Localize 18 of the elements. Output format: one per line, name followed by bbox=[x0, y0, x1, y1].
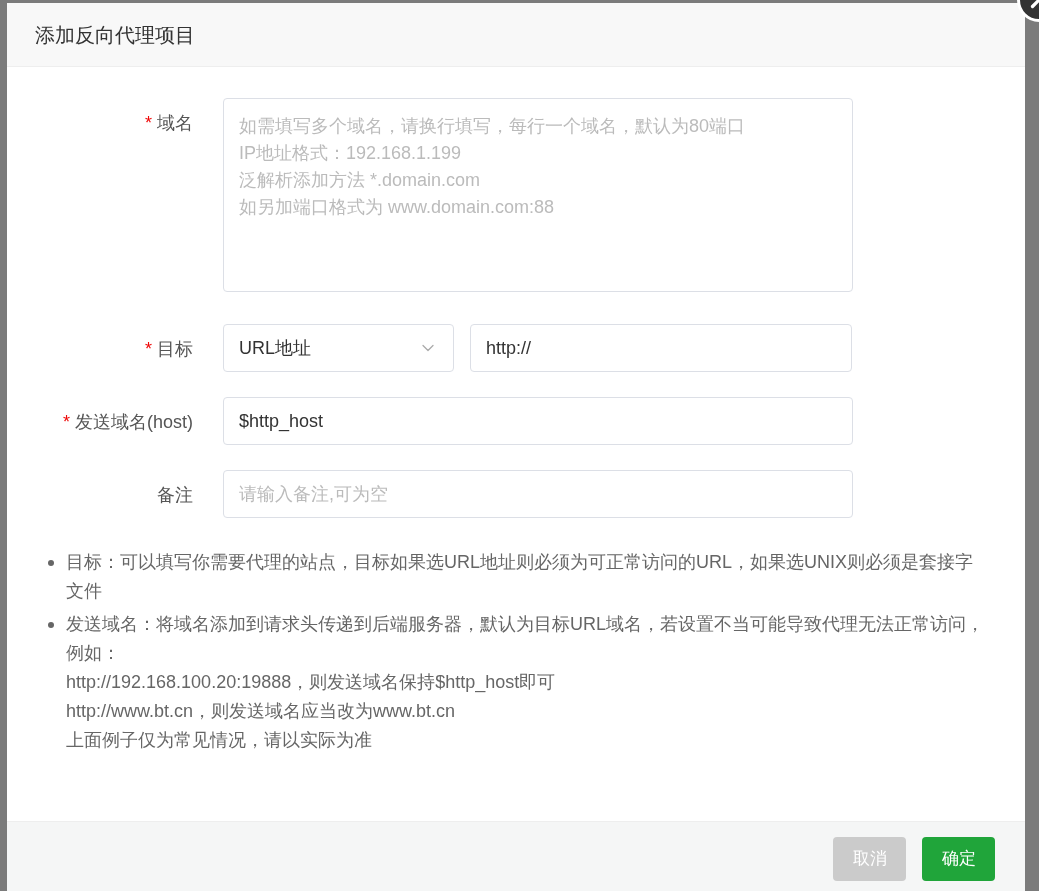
field-label: 域名 bbox=[157, 112, 193, 134]
field-label: 备注 bbox=[157, 484, 193, 506]
hint-text: 上面例子仅为常见情况，请以实际为准 bbox=[66, 729, 373, 752]
hint-text: http://192.168.100.20:19888，则发送域名保持$http_host即可 bbox=[66, 671, 557, 695]
required-marker: * bbox=[62, 411, 70, 433]
required-marker: * bbox=[145, 338, 152, 360]
field-label: 发送域名(host) bbox=[75, 411, 193, 433]
hint-text: 目标：可以填写你需要代理的站点，目标如果选URL地址则必须为可正常访问的URL，如果选UNIX则必须是套接字文件 bbox=[66, 551, 975, 603]
text-input[interactable]: 请输入备注,可为空 bbox=[223, 470, 853, 518]
hint-text: http://www.bt.cn，则发送域名应当改为www.bt.cn bbox=[66, 700, 457, 723]
bullet-icon bbox=[48, 622, 54, 628]
target-type-select[interactable]: URL地址 bbox=[223, 324, 454, 372]
required-marker: * bbox=[145, 112, 152, 134]
field-label: 目标 bbox=[157, 338, 193, 360]
text-input[interactable]: $http_host bbox=[223, 397, 853, 445]
dialog-title: 添加反向代理项目 bbox=[35, 22, 195, 48]
bullet-icon bbox=[48, 560, 54, 566]
target-url-input[interactable]: http:// bbox=[470, 324, 852, 372]
